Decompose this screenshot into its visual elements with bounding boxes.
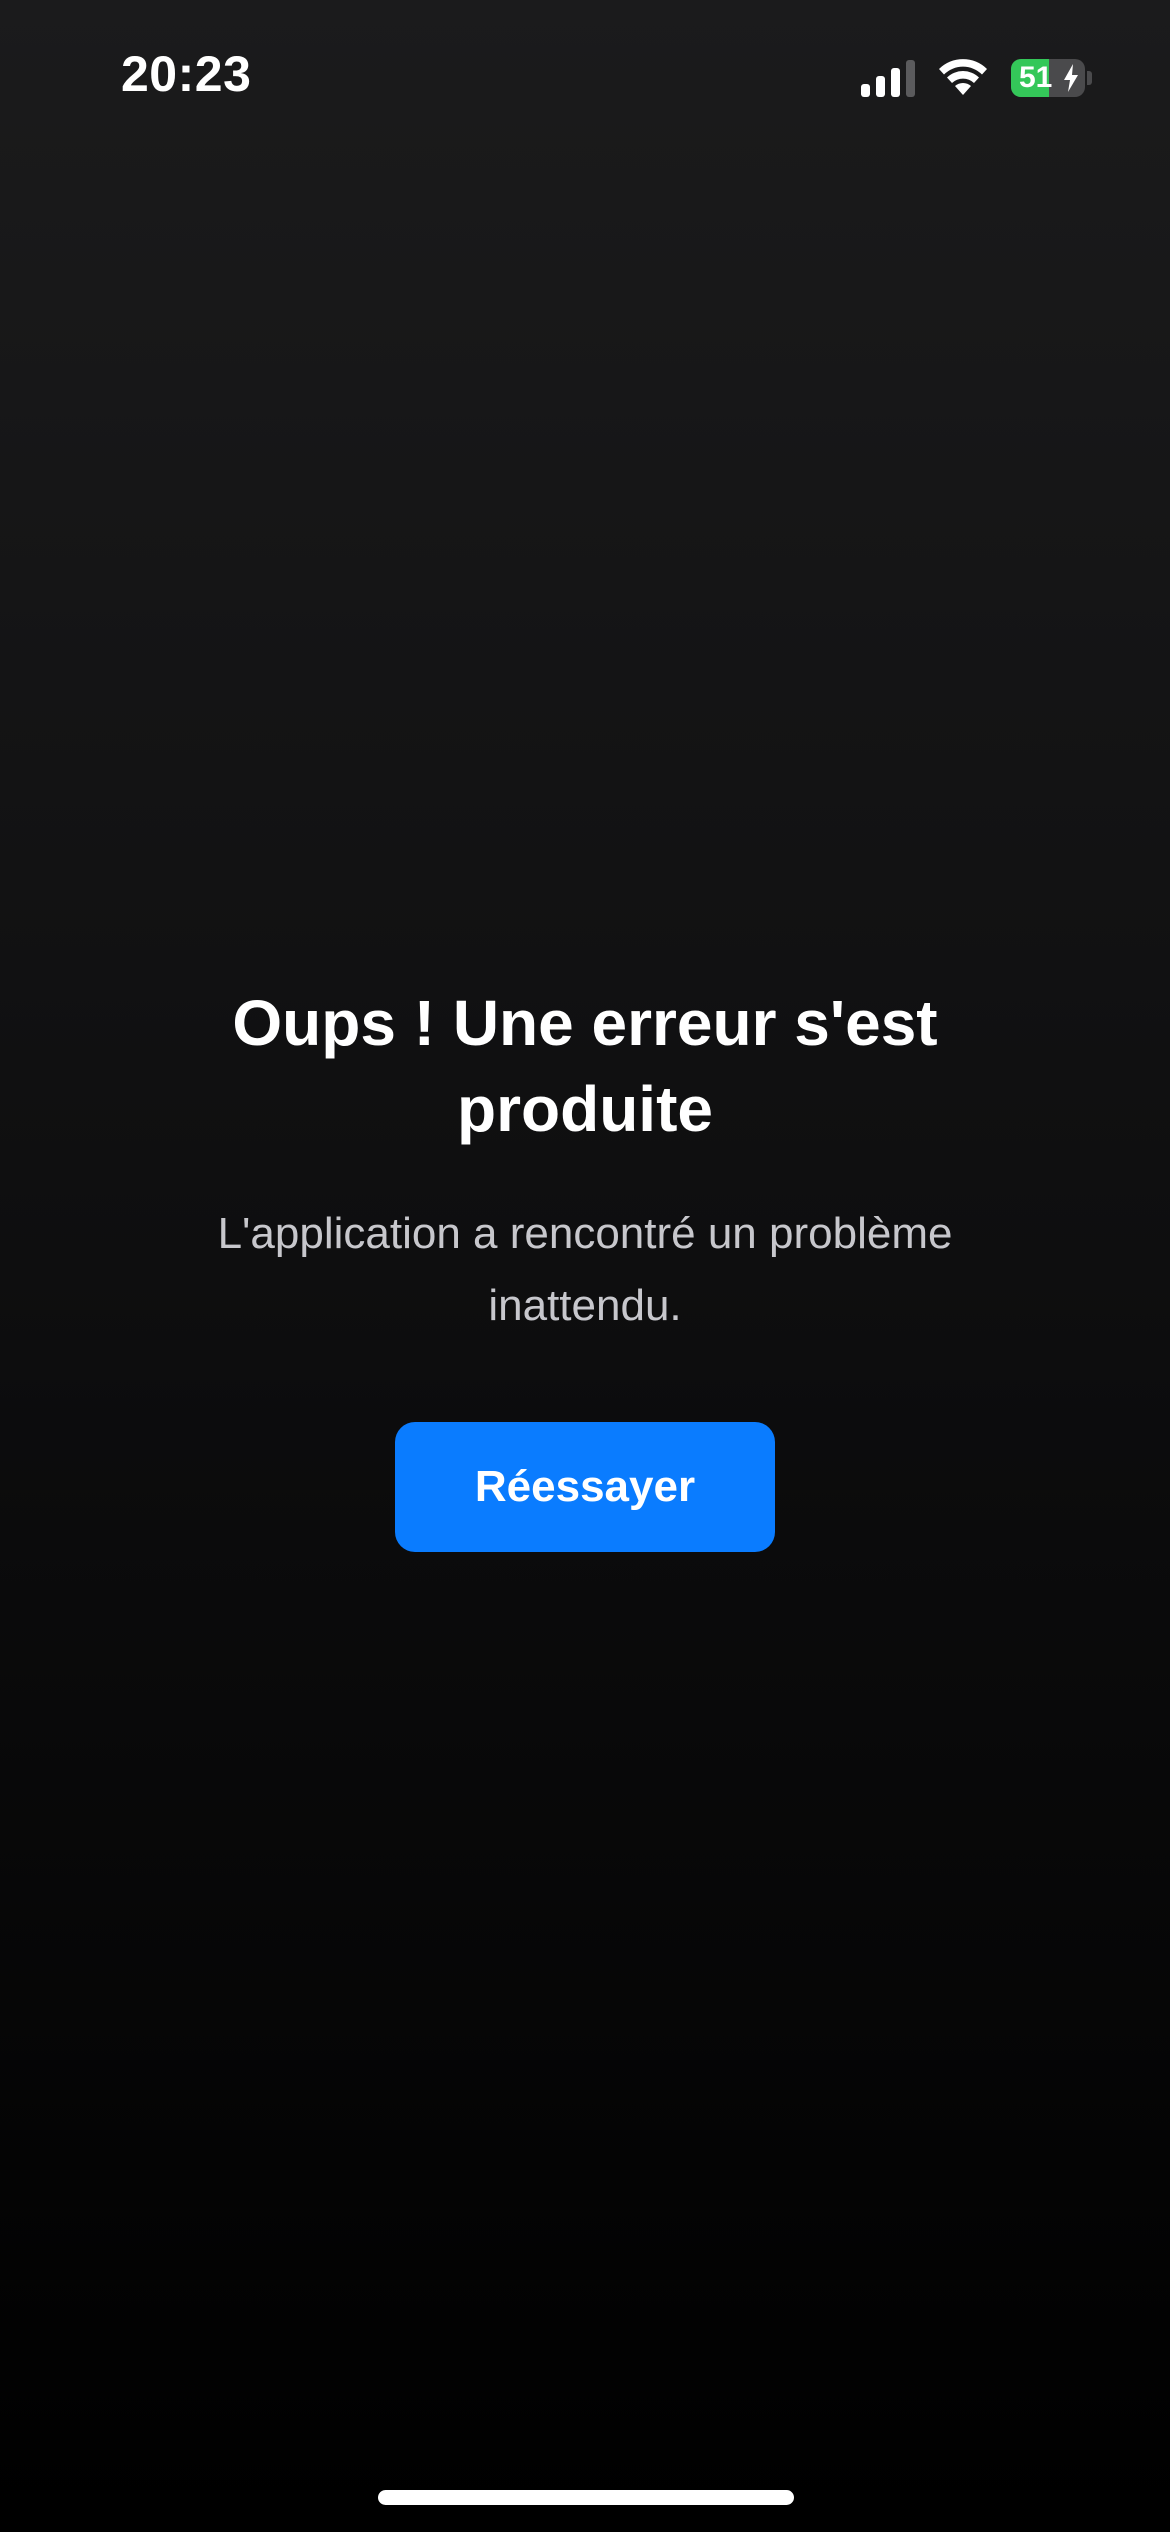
signal-bar	[891, 68, 900, 97]
cellular-signal-icon	[861, 59, 915, 97]
error-content: Oups ! Une erreur s'est produite L'appli…	[0, 980, 1170, 1552]
home-indicator[interactable]	[378, 2490, 794, 2505]
battery-level: 51	[1019, 61, 1053, 94]
battery-cap	[1087, 71, 1092, 85]
status-time: 20:23	[121, 46, 252, 102]
error-message: L'application a rencontré un problème in…	[217, 1209, 953, 1330]
retry-button[interactable]: Réessayer	[395, 1422, 775, 1552]
battery-body: 51	[1011, 59, 1085, 97]
signal-bar	[876, 76, 885, 97]
error-title: Oups ! Une erreur s'est produite	[232, 987, 938, 1145]
status-bar: 20:23 51	[0, 0, 1170, 150]
signal-bar	[861, 84, 870, 97]
charging-bolt-icon	[1063, 64, 1079, 97]
status-icons: 51	[861, 54, 1092, 102]
wifi-icon	[937, 59, 989, 97]
signal-bar	[906, 60, 915, 97]
battery-icon: 51	[1011, 59, 1092, 97]
